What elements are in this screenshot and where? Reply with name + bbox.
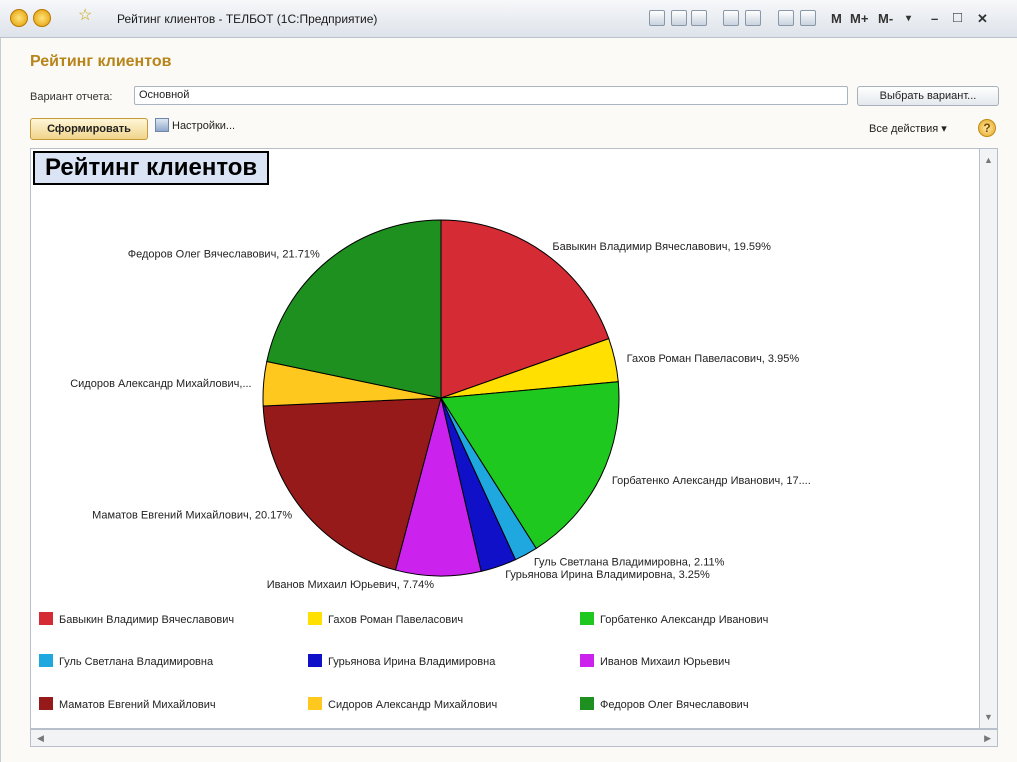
- help-icon[interactable]: ?: [978, 119, 996, 137]
- add-favorite-icon[interactable]: [723, 10, 739, 26]
- legend-swatch-8: [580, 697, 594, 710]
- legend-label-3: Гуль Светлана Владимировна: [59, 656, 214, 668]
- variant-label: Вариант отчета:: [30, 91, 113, 103]
- form-heading: Рейтинг клиентов: [30, 53, 172, 70]
- slice-label-2: Горбатенко Александр Иванович, 17....: [612, 475, 811, 487]
- slice-label-6: Маматов Евгений Михайлович, 20.17%: [92, 510, 292, 522]
- settings-label: Настройки...: [172, 120, 236, 132]
- report-area: Рейтинг клиентов Бавыкин Владимир Вячесл…: [30, 148, 980, 729]
- legend-label-2: Горбатенко Александр Иванович: [600, 614, 768, 626]
- slice-label-1: Гахов Роман Павеласович, 3.95%: [627, 353, 800, 365]
- legend-label-6: Маматов Евгений Михайлович: [59, 699, 216, 711]
- minimize-icon[interactable]: –: [931, 11, 938, 26]
- legend-swatch-3: [39, 654, 53, 667]
- slice-label-0: Бавыкин Владимир Вячеславович, 19.59%: [552, 241, 771, 253]
- close-icon[interactable]: ✕: [977, 11, 988, 27]
- legend-swatch-5: [580, 654, 594, 667]
- horizontal-scrollbar[interactable]: ◀ ▶: [30, 729, 998, 747]
- scroll-left-icon[interactable]: ◀: [37, 733, 44, 744]
- variant-input[interactable]: Основной: [134, 86, 848, 105]
- calculator-icon[interactable]: [778, 10, 794, 26]
- favorites-icon[interactable]: [745, 10, 761, 26]
- memory-add-button[interactable]: M+: [850, 11, 868, 26]
- legend-label-8: Федоров Олег Вячеславович: [600, 699, 749, 711]
- save-icon[interactable]: [649, 10, 665, 26]
- legend-label-0: Бавыкин Владимир Вячеславович: [59, 614, 234, 626]
- toolbar-more-icon[interactable]: ▾: [906, 13, 911, 24]
- scroll-right-icon[interactable]: ▶: [984, 733, 991, 744]
- slice-label-7: Сидоров Александр Михайлович,...: [70, 378, 251, 390]
- settings-icon: [155, 118, 169, 132]
- slice-label-3: Гуль Светлана Владимировна, 2.11%: [534, 556, 725, 568]
- print-icon[interactable]: [671, 10, 687, 26]
- scroll-up-icon[interactable]: ▲: [984, 155, 993, 165]
- favorite-star-icon[interactable]: ☆: [78, 8, 96, 26]
- app-logo-icon[interactable]: [10, 9, 28, 27]
- calendar-icon[interactable]: [800, 10, 816, 26]
- choose-variant-button[interactable]: Выбрать вариант...: [857, 86, 999, 106]
- all-actions-menu[interactable]: Все действия ▾: [869, 122, 947, 135]
- scroll-down-icon[interactable]: ▼: [984, 712, 993, 722]
- legend-label-7: Сидоров Александр Михайлович: [328, 699, 497, 711]
- legend-swatch-6: [39, 697, 53, 710]
- window-titlebar: ☆ Рейтинг клиентов - ТЕЛБОТ (1С:Предприя…: [0, 0, 1017, 38]
- menu-dropdown-icon[interactable]: [33, 9, 51, 27]
- slice-label-4: Гурьянова Ирина Владимировна, 3.25%: [505, 569, 710, 581]
- legend-label-4: Гурьянова Ирина Владимировна: [328, 656, 496, 668]
- legend-swatch-7: [308, 697, 322, 710]
- settings-button[interactable]: Настройки...: [155, 118, 235, 132]
- legend-label-5: Иванов Михаил Юрьевич: [600, 656, 730, 668]
- preview-icon[interactable]: [691, 10, 707, 26]
- maximize-icon[interactable]: □: [953, 9, 962, 26]
- slice-label-5: Иванов Михаил Юрьевич, 7.74%: [267, 579, 435, 591]
- slice-label-8: Федоров Олег Вячеславович, 21.71%: [128, 249, 320, 261]
- legend-swatch-2: [580, 612, 594, 625]
- legend-swatch-0: [39, 612, 53, 625]
- pie-chart: Бавыкин Владимир Вячеславович, 19.59% Гах…: [39, 219, 811, 711]
- window-title: Рейтинг клиентов - ТЕЛБОТ (1С:Предприяти…: [117, 12, 378, 26]
- memory-subtract-button[interactable]: M-: [878, 11, 893, 26]
- vertical-scrollbar[interactable]: ▲ ▼: [980, 148, 998, 729]
- generate-button[interactable]: Сформировать: [30, 118, 148, 140]
- legend-swatch-4: [308, 654, 322, 667]
- legend-label-1: Гахов Роман Павеласович: [328, 614, 463, 626]
- memory-store-button[interactable]: M: [831, 11, 842, 26]
- legend-swatch-1: [308, 612, 322, 625]
